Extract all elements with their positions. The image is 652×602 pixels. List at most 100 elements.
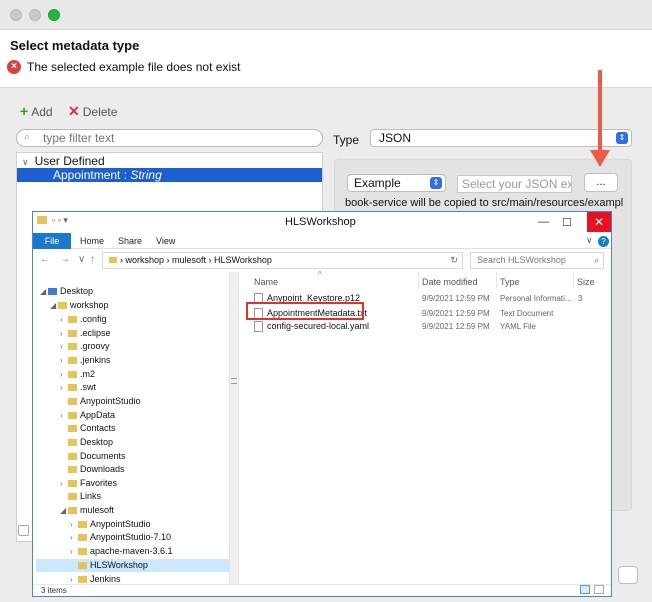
- expand-arrow-icon[interactable]: ›: [60, 356, 68, 365]
- folder-icon: [78, 548, 87, 556]
- column-header-date[interactable]: Date modified: [422, 277, 478, 287]
- nav-tree-item[interactable]: › apache-maven-3.6.1: [70, 546, 173, 556]
- desktop-icon: [48, 288, 57, 296]
- delete-button[interactable]: ✕ Delete: [68, 103, 117, 120]
- status-bar: 3 items: [33, 584, 611, 596]
- nav-tree-item[interactable]: Desktop: [60, 437, 113, 447]
- nav-tree-item[interactable]: AnypointStudio: [60, 396, 141, 406]
- column-header-type[interactable]: Type: [500, 277, 520, 287]
- annotation-arrow-head: [590, 150, 610, 167]
- nav-pane-scrollbar[interactable]: [229, 272, 239, 584]
- example-select[interactable]: Example ⇕: [347, 174, 446, 192]
- nav-tree-item[interactable]: › Favorites: [60, 478, 117, 488]
- forward-icon[interactable]: →: [60, 254, 70, 265]
- nav-tree-item[interactable]: Contacts: [60, 423, 116, 433]
- error-icon: ×: [7, 60, 21, 74]
- tab-view[interactable]: View: [156, 236, 175, 246]
- help-icon[interactable]: ?: [598, 236, 609, 247]
- tab-home[interactable]: Home: [80, 236, 104, 246]
- zoom-window-button[interactable]: [48, 9, 60, 21]
- folder-icon: [68, 439, 77, 447]
- column-header-size[interactable]: Size: [577, 277, 595, 287]
- scroll-grip[interactable]: [231, 378, 237, 384]
- minimize-icon[interactable]: —: [538, 216, 549, 228]
- filter-input[interactable]: [16, 129, 323, 147]
- nav-tree-item[interactable]: Documents: [60, 451, 126, 461]
- folder-icon: [109, 257, 117, 263]
- folder-icon: [68, 453, 77, 461]
- details-view-icon[interactable]: [580, 585, 590, 594]
- search-icon: ⌕: [593, 255, 599, 265]
- nav-tree-item[interactable]: › .swt: [60, 382, 96, 392]
- search-input[interactable]: Search HLSWorkshop ⌕: [470, 252, 604, 269]
- folder-icon: [68, 493, 77, 501]
- chevron-updown-icon: ⇕: [430, 177, 442, 189]
- browse-button[interactable]: ...: [584, 173, 618, 192]
- address-bar[interactable]: › workshop › mulesoft › HLSWorkshop ↻: [102, 252, 463, 269]
- column-header-name[interactable]: Name: [254, 277, 278, 287]
- expand-arrow-icon[interactable]: ›: [60, 370, 68, 379]
- folder-icon: [37, 216, 47, 224]
- expand-arrow-icon[interactable]: ›: [70, 520, 78, 529]
- expand-arrow-icon[interactable]: ›: [70, 575, 78, 584]
- nav-tree-item[interactable]: › AnypointStudio-7.10: [70, 532, 171, 542]
- nav-tree-item[interactable]: › AnypointStudio: [70, 519, 151, 529]
- nav-tree-item[interactable]: › Jenkins: [70, 574, 121, 584]
- back-icon[interactable]: ←: [40, 254, 50, 265]
- type-label: Type: [333, 133, 360, 147]
- expand-arrow-icon[interactable]: ›: [60, 315, 68, 324]
- plus-icon: +: [20, 103, 29, 119]
- expand-arrow-icon[interactable]: ◢: [50, 301, 58, 310]
- file-row[interactable]: config-secured-local.yaml: [254, 321, 369, 333]
- nav-tree-item[interactable]: › .config: [60, 314, 107, 324]
- nav-tree-item[interactable]: › AppData: [60, 410, 115, 420]
- expand-arrow-icon[interactable]: ›: [60, 411, 68, 420]
- annotation-arrow: [598, 70, 602, 152]
- bottom-button[interactable]: [618, 566, 638, 584]
- bottom-checkbox[interactable]: [18, 525, 29, 536]
- expand-arrow-icon[interactable]: ›: [60, 479, 68, 488]
- expand-arrow-icon[interactable]: ›: [60, 342, 68, 351]
- expand-arrow-icon[interactable]: ›: [70, 547, 78, 556]
- close-window-button[interactable]: [10, 9, 22, 21]
- collapse-chevron-icon: ∨: [22, 157, 29, 167]
- nav-tree-item[interactable]: › .eclipse: [60, 328, 111, 338]
- minimize-window-button[interactable]: [29, 9, 41, 21]
- tree-group-user-defined[interactable]: ∨ User Defined: [22, 154, 105, 168]
- nav-tree-item[interactable]: Downloads: [60, 464, 125, 474]
- expand-arrow-icon[interactable]: ◢: [40, 287, 48, 296]
- large-icons-view-icon[interactable]: [594, 585, 604, 594]
- nav-tree-item[interactable]: Links: [60, 491, 101, 501]
- tab-file[interactable]: File: [33, 233, 71, 249]
- nav-tree-item[interactable]: ◢ mulesoft: [60, 505, 114, 515]
- expand-arrow-icon[interactable]: ›: [60, 383, 68, 392]
- nav-tree-item[interactable]: ◢ Desktop: [40, 286, 93, 296]
- nav-tree-item[interactable]: ◢ workshop: [50, 300, 109, 310]
- folder-icon: [58, 302, 67, 310]
- recent-dropdown-icon[interactable]: ∨: [78, 254, 85, 265]
- nav-tree-item[interactable]: › .groovy: [60, 341, 110, 351]
- refresh-icon[interactable]: ↻: [450, 253, 458, 268]
- column-divider: [573, 272, 574, 288]
- file-type: Text Document: [500, 309, 554, 318]
- copy-note: book-service will be copied to src/main/…: [345, 197, 623, 209]
- nav-tree-item[interactable]: › .m2: [60, 369, 95, 379]
- type-select[interactable]: JSON ⇕: [370, 129, 632, 147]
- add-button[interactable]: + Add: [20, 103, 53, 119]
- folder-icon: [78, 562, 87, 570]
- column-divider: [496, 272, 497, 288]
- maximize-icon[interactable]: ☐: [562, 216, 572, 229]
- nav-tree-item[interactable]: HLSWorkshop: [70, 560, 148, 570]
- expand-arrow-icon[interactable]: ◢: [60, 506, 68, 515]
- folder-icon: [68, 398, 77, 406]
- nav-tree-item[interactable]: › .jenkins: [60, 355, 111, 365]
- json-path-input[interactable]: Select your JSON ex: [457, 175, 572, 193]
- chevron-updown-icon: ⇕: [616, 132, 628, 144]
- tree-item-appointment[interactable]: Appointment : String: [17, 168, 322, 182]
- expand-arrow-icon[interactable]: ›: [70, 533, 78, 542]
- expand-arrow-icon[interactable]: ›: [60, 329, 68, 338]
- tab-share[interactable]: Share: [118, 236, 142, 246]
- ribbon-expand-icon[interactable]: ∨: [586, 235, 593, 246]
- up-icon[interactable]: ↑: [90, 254, 95, 265]
- close-icon[interactable]: ✕: [587, 212, 611, 232]
